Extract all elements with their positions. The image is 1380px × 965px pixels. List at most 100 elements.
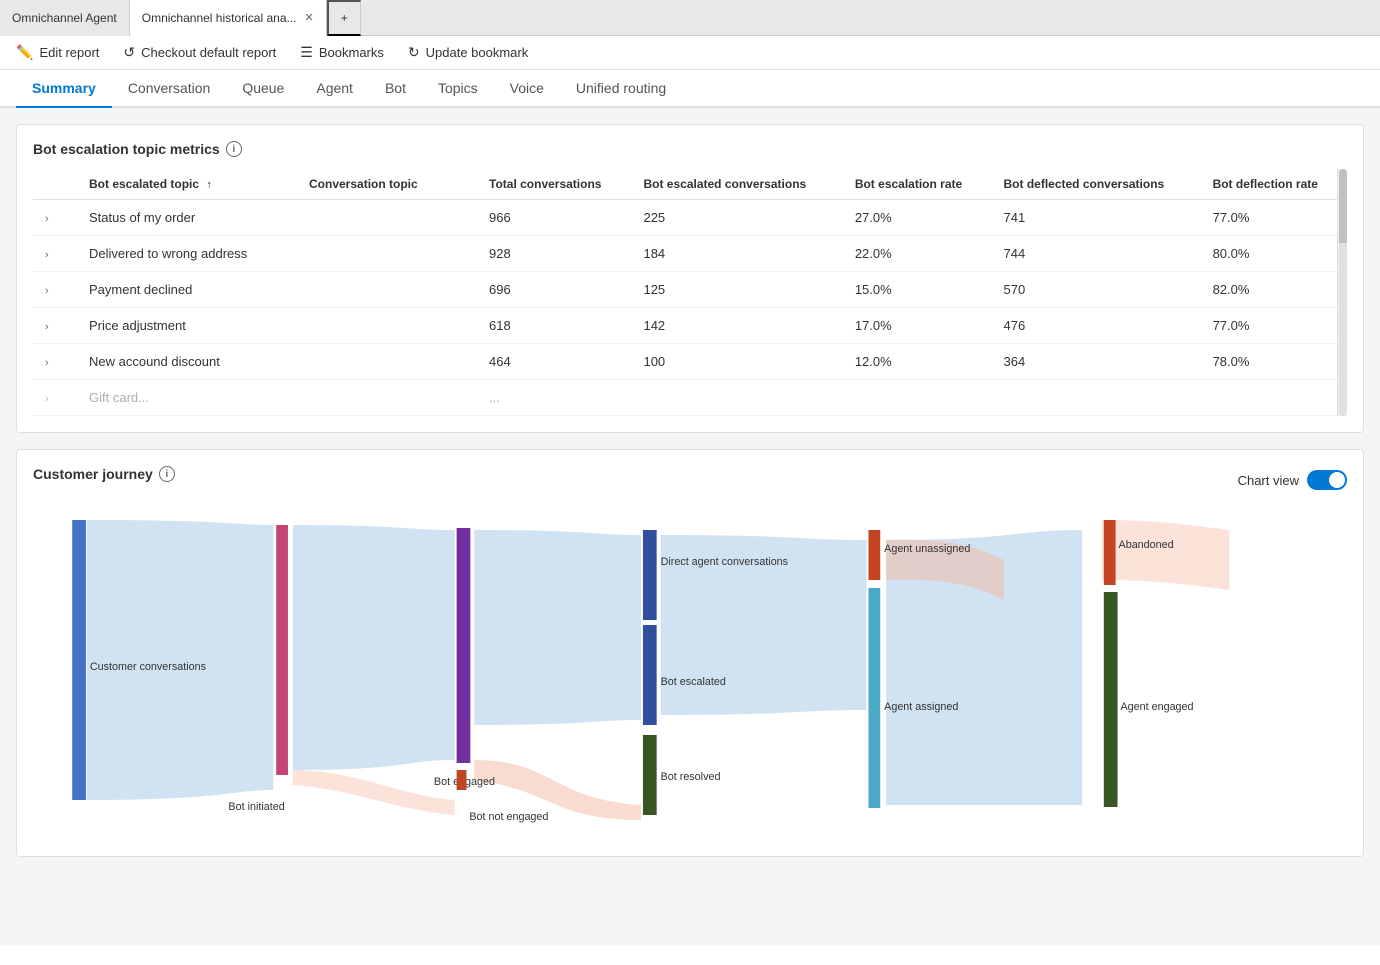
escalated-cell: 125 (631, 272, 842, 308)
expand-cell[interactable]: › (33, 380, 77, 416)
total-conversations-header[interactable]: Total conversations (477, 169, 631, 200)
tab-topics[interactable]: Topics (422, 70, 494, 108)
node-agent-engaged (1104, 592, 1118, 807)
bot-escalation-section: Bot escalation topic metrics i Bot escal… (16, 124, 1364, 433)
tab-agent[interactable]: Agent (300, 70, 369, 108)
tab-queue-label: Queue (242, 80, 284, 96)
tab-omnichannel-agent[interactable]: Omnichannel Agent (0, 0, 130, 36)
deflected-cell: 570 (992, 272, 1201, 308)
node-bot-initiated (276, 525, 288, 775)
expand-cell[interactable]: › (33, 236, 77, 272)
tab-label: Omnichannel Agent (12, 11, 117, 25)
refresh-icon: ↻ (408, 44, 420, 61)
deflected-cell: 364 (992, 344, 1201, 380)
tab-unified-routing[interactable]: Unified routing (560, 70, 682, 108)
edit-report-button[interactable]: ✏️ Edit report (16, 44, 99, 61)
tab-agent-label: Agent (316, 80, 353, 96)
label-direct-agent: Direct agent conversations (661, 556, 789, 568)
deflected-cell: 741 (992, 200, 1201, 236)
sankey-svg: Customer conversations Bot initiated Bot… (33, 510, 1347, 840)
deflection-rate-cell: 77.0% (1201, 200, 1347, 236)
bot-escalated-conversations-header[interactable]: Bot escalated conversations (631, 169, 842, 200)
tab-omnichannel-historical[interactable]: Omnichannel historical ana... ✕ (130, 0, 327, 36)
tab-queue[interactable]: Queue (226, 70, 300, 108)
label-bot-escalated: Bot escalated (661, 676, 726, 688)
update-bookmark-button[interactable]: ↻ Update bookmark (408, 44, 528, 61)
tab-voice[interactable]: Voice (494, 70, 560, 108)
bot-escalated-topic-header[interactable]: Bot escalated topic ↑ (77, 169, 297, 200)
edit-report-label: Edit report (39, 45, 99, 60)
topic-cell: Status of my order (77, 200, 297, 236)
bookmarks-button[interactable]: ☰ Bookmarks (300, 44, 384, 61)
bot-deflection-rate-header[interactable]: Bot deflection rate (1201, 169, 1347, 200)
escalation-rate-cell: 27.0% (843, 200, 992, 236)
total-cell: 464 (477, 344, 631, 380)
main-content: Bot escalation topic metrics i Bot escal… (0, 108, 1380, 945)
add-tab-button[interactable]: + (327, 0, 361, 36)
table-row: › Price adjustment 618 142 17.0% 476 77.… (33, 308, 1347, 344)
tab-conversation[interactable]: Conversation (112, 70, 227, 108)
customer-journey-info-icon[interactable]: i (159, 466, 175, 482)
tab-topics-label: Topics (438, 80, 478, 96)
tab-summary-label: Summary (32, 80, 96, 96)
expand-cell[interactable]: › (33, 308, 77, 344)
expand-icon[interactable]: › (45, 285, 65, 297)
table-header: Bot escalated topic ↑ Conversation topic… (33, 169, 1347, 200)
topic-cell: Price adjustment (77, 308, 297, 344)
label-abandoned: Abandoned (1119, 539, 1174, 551)
checkout-label: Checkout default report (141, 45, 276, 60)
expand-cell[interactable]: › (33, 272, 77, 308)
topic-cell: New accound discount (77, 344, 297, 380)
deflected-cell-partial (992, 380, 1201, 416)
topic-cell-partial: Gift card... (77, 380, 297, 416)
conv-topic-cell (297, 200, 477, 236)
expand-cell[interactable]: › (33, 200, 77, 236)
bot-escalation-info-icon[interactable]: i (226, 141, 242, 157)
node-bot-resolved (643, 735, 657, 815)
customer-journey-section: Customer journey i Chart view (16, 449, 1364, 857)
deflected-cell: 476 (992, 308, 1201, 344)
expand-cell[interactable]: › (33, 344, 77, 380)
tab-label: Omnichannel historical ana... (142, 11, 297, 25)
bot-escalation-rate-header[interactable]: Bot escalation rate (843, 169, 992, 200)
close-tab-icon[interactable]: ✕ (305, 11, 314, 24)
tab-conversation-label: Conversation (128, 80, 211, 96)
tab-summary[interactable]: Summary (16, 70, 112, 108)
table-row: › Payment declined 696 125 15.0% 570 82.… (33, 272, 1347, 308)
label-bot-resolved: Bot resolved (661, 771, 721, 783)
table-row: › Status of my order 966 225 27.0% 741 7… (33, 200, 1347, 236)
conv-topic-cell (297, 272, 477, 308)
label-agent-unassigned: Agent unassigned (884, 543, 970, 555)
table-row: › New accound discount 464 100 12.0% 364… (33, 344, 1347, 380)
tab-unified-routing-label: Unified routing (576, 80, 666, 96)
expand-icon[interactable]: › (45, 393, 65, 405)
node-bot-escalated (643, 625, 657, 725)
expand-icon[interactable]: › (45, 357, 65, 369)
customer-journey-title: Customer journey i (33, 466, 175, 482)
expand-icon[interactable]: › (45, 321, 65, 333)
label-agent-assigned: Agent assigned (884, 701, 958, 713)
escalation-rate-cell: 22.0% (843, 236, 992, 272)
tab-bot-label: Bot (385, 80, 406, 96)
expand-icon[interactable]: › (45, 213, 65, 225)
chart-view-label: Chart view (1238, 473, 1299, 488)
checkout-default-report-button[interactable]: ↺ Checkout default report (123, 44, 276, 61)
conv-topic-cell-partial (297, 380, 477, 416)
topic-cell: Delivered to wrong address (77, 236, 297, 272)
toolbar: ✏️ Edit report ↺ Checkout default report… (0, 36, 1380, 70)
bot-deflected-conversations-header[interactable]: Bot deflected conversations (992, 169, 1201, 200)
chart-view-toggle[interactable]: Chart view (1238, 470, 1347, 490)
escalated-cell: 225 (631, 200, 842, 236)
bookmarks-label: Bookmarks (319, 45, 384, 60)
expand-icon[interactable]: › (45, 249, 65, 261)
update-bookmark-label: Update bookmark (426, 45, 529, 60)
tab-bot[interactable]: Bot (369, 70, 422, 108)
conversation-topic-header[interactable]: Conversation topic (297, 169, 477, 200)
chart-view-switch[interactable] (1307, 470, 1347, 490)
sort-icon: ↑ (206, 179, 212, 191)
deflection-rate-cell: 78.0% (1201, 344, 1347, 380)
escalation-rate-cell: 12.0% (843, 344, 992, 380)
escalated-cell: 184 (631, 236, 842, 272)
conv-topic-cell (297, 308, 477, 344)
total-cell: 618 (477, 308, 631, 344)
